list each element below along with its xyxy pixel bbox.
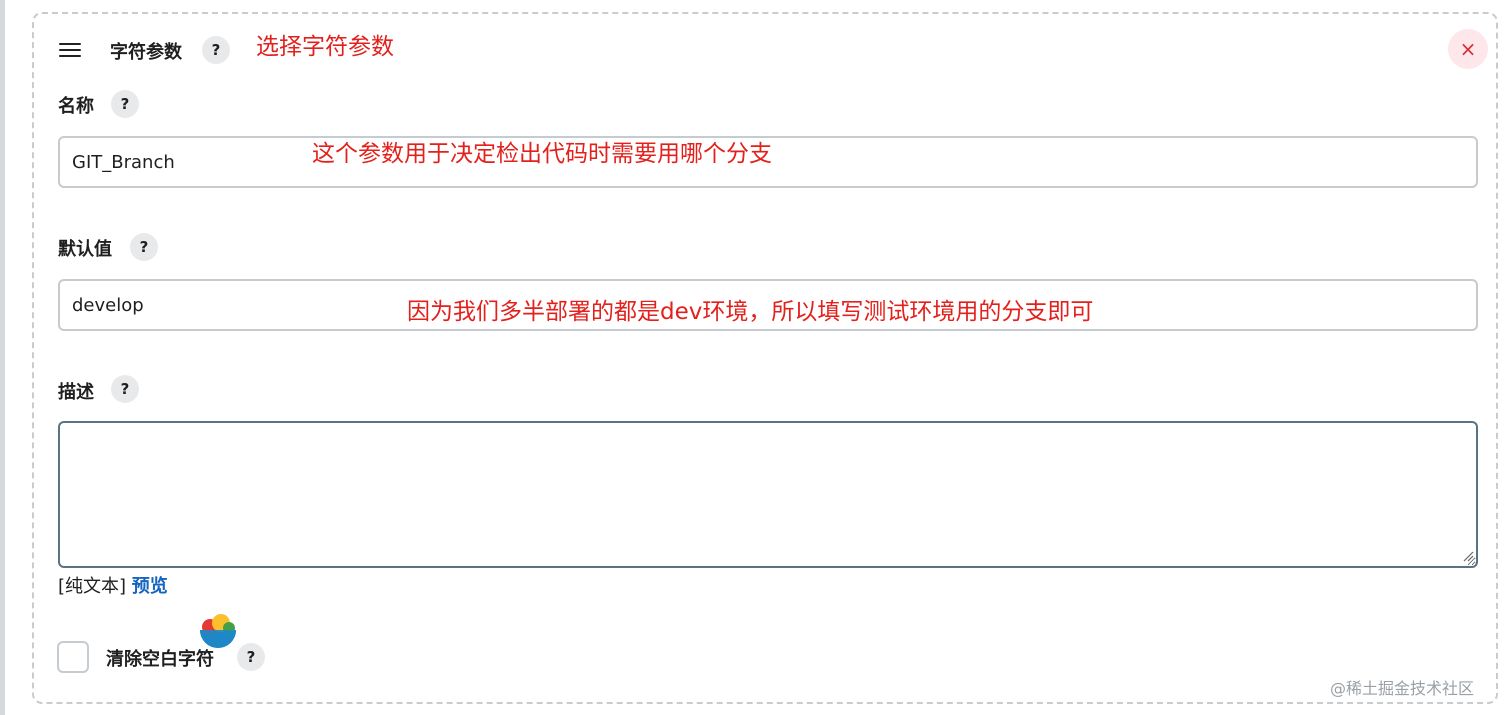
description-label: 描述	[58, 382, 94, 403]
trim-checkbox[interactable]	[57, 641, 89, 673]
left-rail	[0, 0, 5, 715]
annotation-name-note: 这个参数用于决定检出代码时需要用哪个分支	[312, 141, 772, 167]
help-icon-trim[interactable]: ?	[237, 643, 265, 671]
drag-handle-icon[interactable]	[59, 43, 81, 57]
help-icon-name[interactable]: ?	[111, 90, 139, 118]
watermark: @稀土掘金技术社区	[1330, 679, 1475, 698]
close-button[interactable]: ×	[1448, 29, 1488, 69]
plain-text-label: [纯文本]	[58, 576, 127, 597]
help-icon-description[interactable]: ?	[111, 375, 139, 403]
resize-grip-icon[interactable]	[1462, 550, 1474, 562]
annotation-default-note: 因为我们多半部署的都是dev环境，所以填写测试环境用的分支即可	[407, 299, 1094, 325]
help-icon-default[interactable]: ?	[130, 233, 158, 261]
help-icon-type[interactable]: ?	[202, 36, 230, 64]
format-row: [纯文本] 预览	[58, 572, 168, 598]
default-value-label: 默认值	[58, 239, 112, 260]
mascot-sticker-icon	[200, 614, 236, 648]
description-textarea[interactable]	[58, 421, 1478, 568]
parameter-type-title: 字符参数	[110, 42, 182, 63]
annotation-title-note: 选择字符参数	[256, 34, 394, 60]
parameter-card	[32, 12, 1498, 704]
preview-link[interactable]: 预览	[132, 576, 168, 597]
name-label: 名称	[58, 96, 94, 117]
